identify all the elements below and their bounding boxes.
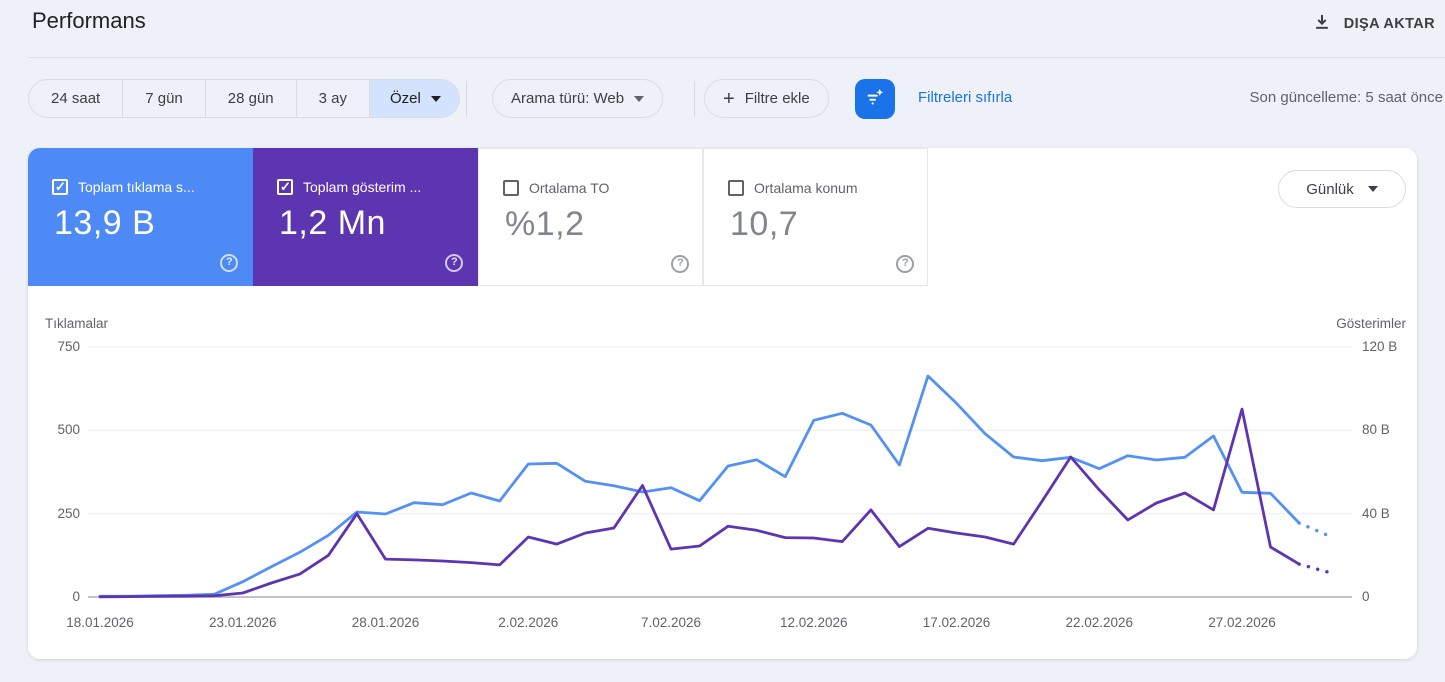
right-axis-title: Gösterimler (1336, 316, 1406, 331)
metric-card-average-position[interactable]: Ortalama konum 10,7 (703, 148, 928, 286)
chevron-down-icon (430, 95, 441, 102)
help-icon[interactable] (671, 255, 689, 273)
search-type-label: Arama türü: Web (511, 90, 625, 107)
right-axis-tick: 120 B (1362, 339, 1398, 354)
toolbar: 24 saat 7 gün 28 gün 3 ay Özel Arama tür… (0, 79, 1445, 119)
filter-settings-button[interactable] (855, 79, 895, 119)
x-axis-tick: 7.02.2026 (640, 615, 702, 630)
checkbox-unchecked-icon[interactable] (728, 180, 744, 196)
x-axis-tick: 12.02.2026 (779, 615, 848, 630)
left-axis-tick: 0 (72, 588, 80, 604)
range-24h-button[interactable]: 24 saat (29, 80, 122, 117)
series-line-Tıklamalar (1297, 521, 1330, 538)
metric-card-average-ctr[interactable]: Ortalama TO %1,2 (478, 148, 703, 286)
plus-icon: + (723, 87, 735, 110)
left-axis-tick: 250 (57, 505, 80, 521)
metric-value: 1,2 Mn (279, 204, 386, 242)
checkbox-checked-icon[interactable] (52, 179, 68, 195)
help-icon[interactable] (896, 255, 914, 273)
series-line-Tıklamalar (98, 374, 1301, 598)
toolbar-divider (466, 81, 467, 116)
x-axis-tick: 18.01.2026 (66, 615, 134, 630)
export-label: DIŞA AKTAR (1343, 16, 1435, 32)
series-line-Gösterimler (B) (1297, 562, 1330, 574)
metric-label: Toplam tıklama s... (78, 179, 195, 195)
header-divider (28, 57, 1445, 58)
right-axis-tick: 40 B (1362, 505, 1390, 521)
left-axis-title: Tıklamalar (45, 316, 109, 331)
performance-panel: Toplam tıklama s... 13,9 B Toplam göster… (28, 148, 1417, 659)
help-icon[interactable] (220, 254, 238, 272)
chevron-down-icon (634, 95, 645, 102)
range-3m-button[interactable]: 3 ay (295, 80, 369, 117)
x-axis-tick: 23.01.2026 (208, 615, 277, 630)
card-header: Toplam gösterim ... (277, 179, 421, 195)
metric-label: Ortalama konum (754, 180, 858, 196)
last-update-text: Son güncelleme: 5 saat önce (1249, 89, 1443, 106)
range-custom-label: Özel (390, 90, 421, 107)
checkbox-unchecked-icon[interactable] (503, 180, 519, 196)
granularity-label: Günlük (1306, 180, 1354, 198)
add-filter-button[interactable]: + Filtre ekle (704, 79, 829, 118)
granularity-dropdown[interactable]: Günlük (1278, 170, 1406, 208)
x-axis-tick: 27.02.2026 (1208, 615, 1276, 630)
range-7d-button[interactable]: 7 gün (122, 80, 205, 117)
metric-label: Ortalama TO (529, 180, 610, 196)
range-custom-button[interactable]: Özel (369, 80, 459, 117)
range-28d-button[interactable]: 28 gün (204, 80, 296, 117)
x-axis-tick: 2.02.2026 (498, 615, 559, 630)
date-range-control: 24 saat 7 gün 28 gün 3 ay Özel (28, 79, 460, 118)
chevron-down-icon (1367, 186, 1378, 192)
export-button[interactable]: DIŞA AKTAR (1304, 8, 1443, 40)
left-axis-tick: 750 (57, 339, 80, 354)
tune-sparkle-icon (864, 86, 886, 113)
reset-filters-link[interactable]: Filtreleri sıfırla (918, 89, 1012, 106)
metric-card-total-impressions[interactable]: Toplam gösterim ... 1,2 Mn (253, 148, 478, 286)
right-axis-tick: 80 B (1362, 422, 1390, 438)
metric-label: Toplam gösterim ... (303, 179, 422, 195)
right-axis-tick: 0 (1362, 588, 1370, 604)
metric-value: 13,9 B (54, 204, 156, 242)
help-icon[interactable] (445, 254, 463, 272)
card-header: Toplam tıklama s... (52, 179, 195, 195)
add-filter-label: Filtre ekle (744, 90, 810, 107)
x-axis-tick: 17.02.2026 (922, 615, 991, 630)
toolbar-divider (694, 81, 695, 116)
card-header: Ortalama TO (503, 180, 609, 196)
chart-svg[interactable] (88, 340, 1352, 600)
x-axis-tick: 22.02.2026 (1065, 615, 1134, 630)
x-axis-tick: 28.01.2026 (351, 615, 420, 630)
left-axis-tick: 500 (57, 422, 80, 438)
performance-page: Performans DIŞA AKTAR 24 saat 7 gün 28 g… (0, 0, 1445, 682)
download-icon (1312, 12, 1332, 36)
page-title: Performans (32, 8, 146, 33)
search-type-dropdown[interactable]: Arama türü: Web (492, 79, 664, 118)
checkbox-checked-icon[interactable] (277, 179, 293, 195)
metric-value: %1,2 (505, 205, 585, 243)
card-header: Ortalama konum (728, 180, 857, 196)
metric-card-total-clicks[interactable]: Toplam tıklama s... 13,9 B (28, 148, 253, 286)
metric-value: 10,7 (730, 205, 799, 243)
series-line-Gösterimler (B) (98, 407, 1301, 599)
